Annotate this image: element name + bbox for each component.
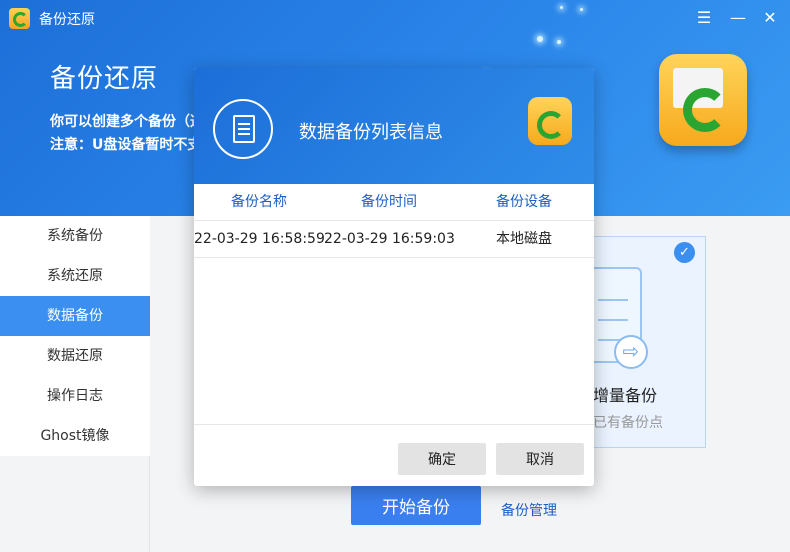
sidebar-filler [0,456,150,552]
card-title: 增量备份 [593,386,658,405]
backup-manage-link[interactable]: 备份管理 [501,500,557,520]
hero-description: 你可以创建多个备份（这 [50,114,204,130]
check-icon: ✓ [674,242,695,263]
sidebar-item-data-restore[interactable]: 数据还原 [0,336,150,376]
sidebar: 系统备份 系统还原 数据备份 数据还原 操作日志 Ghost镜像 [0,216,150,456]
dialog-title: 数据备份列表信息 [299,122,443,143]
close-icon[interactable]: ✕ [758,6,782,30]
column-header-time: 备份时间 [361,194,417,210]
page-title: 备份还原 [50,64,159,94]
cell-backup-time: 22-03-29 16:59:03 [324,231,455,247]
cell-backup-device: 本地磁盘 [496,231,552,247]
start-backup-button[interactable]: 开始备份 [351,486,481,525]
sidebar-item-data-backup[interactable]: 数据备份 [0,296,150,336]
card-subtitle: 已有备份点 [593,415,663,431]
dialog-header: 数据备份列表信息 [194,68,594,184]
dialog-footer: 确定 取消 [194,424,594,486]
hero-notice: 注意：U盘设备暂时不支 [50,137,202,153]
column-header-device: 备份设备 [496,194,552,210]
ok-button[interactable]: 确定 [398,443,486,475]
sidebar-item-operation-log[interactable]: 操作日志 [0,376,150,416]
backup-list-dialog: 数据备份列表信息 备份名称 备份时间 备份设备 22-03-29 16:58:5… [194,68,594,486]
sidebar-item-system-backup[interactable]: 系统备份 [0,216,150,256]
arrow-right-icon: ⇨ [614,335,648,369]
sidebar-item-ghost-image[interactable]: Ghost镜像 [0,416,150,456]
table-row[interactable]: 22-03-29 16:58:59 22-03-29 16:59:03 本地磁盘 [194,221,594,258]
app-title: 备份还原 [39,12,95,28]
cancel-button[interactable]: 取消 [496,443,584,475]
minimize-icon[interactable]: — [726,6,750,30]
dialog-logo-icon [528,97,572,145]
backup-restore-logo-icon [659,54,747,146]
title-bar: 备份还原 ☰ — ✕ [0,0,790,36]
column-header-name: 备份名称 [231,194,287,210]
sidebar-item-system-restore[interactable]: 系统还原 [0,256,150,296]
table-header: 备份名称 备份时间 备份设备 [194,184,594,221]
document-list-icon [213,99,273,159]
menu-icon[interactable]: ☰ [692,6,716,30]
cell-backup-name: 22-03-29 16:58:59 [194,231,325,247]
app-logo-icon [9,8,30,29]
